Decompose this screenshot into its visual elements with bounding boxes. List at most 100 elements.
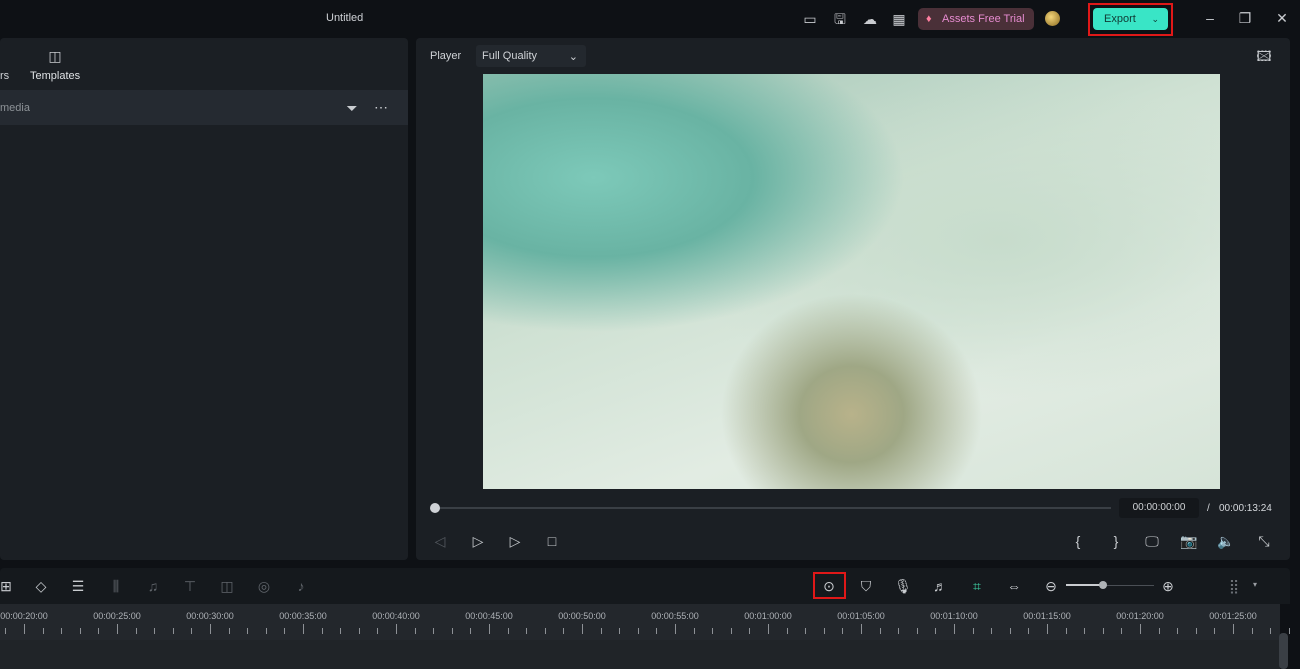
export-button[interactable]: Export ⌄ — [1093, 8, 1168, 30]
music-icon[interactable]: ♫ — [143, 576, 163, 596]
zoom-in-icon[interactable]: ⊕ — [1158, 576, 1178, 596]
adjust-icon[interactable]: ☰ — [68, 576, 88, 596]
stretch-icon[interactable]: ◫ — [217, 576, 237, 596]
cloud-upload-icon[interactable]: ☁ — [860, 9, 880, 29]
window-title: Untitled — [326, 12, 364, 24]
timeline-tracks[interactable] — [0, 640, 1280, 669]
ruler-tick — [730, 628, 732, 634]
chevron-down-icon[interactable]: ⌄ — [1151, 8, 1159, 30]
keyframe-icon[interactable]: ◇ — [31, 576, 51, 596]
ruler-tick — [321, 628, 323, 634]
total-time: 00:00:13:24 — [1219, 503, 1272, 514]
tab-templates[interactable]: Templates — [30, 70, 80, 82]
image-icon[interactable]: 🖾 — [1254, 46, 1274, 66]
ruler-tick — [637, 628, 639, 634]
avatar[interactable] — [1045, 11, 1060, 26]
prev-frame-icon[interactable]: ◁ — [430, 531, 450, 551]
ruler-tick — [303, 624, 304, 634]
layout-icon[interactable]: ▭ — [800, 9, 820, 29]
ruler-tick — [358, 628, 360, 634]
ruler-label: 00:01:25:00 — [1209, 611, 1257, 621]
next-frame-icon[interactable]: ▷ — [468, 531, 488, 551]
progress-track[interactable] — [435, 507, 1111, 509]
save-icon[interactable]: 🖫 — [830, 9, 850, 29]
snapshot-icon[interactable]: 📷 — [1179, 531, 1199, 551]
timeline-ruler[interactable]: 00:00:20:00 00:00:25:00 00:00:30:00 00:00:3… — [0, 604, 1290, 640]
ruler-tick — [470, 628, 472, 634]
microphone-icon[interactable]: 🎙 — [893, 576, 913, 596]
ruler-tick — [1195, 628, 1197, 634]
volume-icon[interactable]: 🔈 — [1216, 531, 1236, 551]
fit-icon[interactable]: ⇔ — [1004, 576, 1024, 596]
filter-icon[interactable]: ⏷ — [342, 98, 362, 118]
tab-partial[interactable]: rs — [0, 70, 9, 82]
display-icon[interactable]: 🖵 — [1142, 531, 1162, 551]
ruler-label: 00:01:00:00 — [744, 611, 792, 621]
progress-handle[interactable] — [430, 503, 440, 513]
quality-select[interactable]: Full Quality ⌄ — [476, 45, 586, 67]
mark-in-icon[interactable]: { — [1068, 531, 1088, 551]
export-label: Export — [1104, 13, 1136, 25]
ruler-tick — [414, 628, 416, 634]
ruler-tick — [210, 624, 211, 634]
ruler-tick — [340, 628, 342, 634]
ruler-tick — [842, 628, 844, 634]
ruler-tick — [1140, 624, 1141, 634]
chevron-down-icon[interactable]: ▾ — [1253, 580, 1257, 589]
apps-icon[interactable]: ▦ — [889, 9, 909, 29]
templates-icon: ◫ — [48, 48, 62, 64]
ruler-tick — [1214, 628, 1216, 634]
crop-icon[interactable]: ⊞ — [0, 576, 16, 596]
timeline-scrollbar[interactable] — [1279, 633, 1288, 669]
ruler-tick — [135, 628, 137, 634]
audio-stretch-icon[interactable]: ♪ — [291, 576, 311, 596]
ruler-tick — [1158, 628, 1160, 634]
zoom-slider-fill — [1066, 584, 1103, 586]
ruler-tick — [544, 628, 546, 634]
ruler-tick — [154, 628, 156, 634]
close-icon[interactable]: ✕ — [1272, 8, 1292, 28]
audio-wave-icon[interactable]: ⫼ — [106, 576, 126, 596]
assets-label: Assets Free Trial — [942, 13, 1025, 25]
ruler-tick — [1121, 628, 1123, 634]
ruler-tick — [675, 624, 676, 634]
zoom-slider-handle[interactable] — [1099, 581, 1107, 589]
ai-icon[interactable]: ⌗ — [967, 576, 987, 596]
text-to-speech-icon[interactable]: ⊤ — [180, 576, 200, 596]
mark-out-icon[interactable]: } — [1106, 531, 1126, 551]
music-list-icon[interactable]: ♬ — [930, 576, 950, 596]
ruler-tick — [916, 628, 918, 634]
ruler-tick — [489, 624, 490, 634]
ruler-tick — [24, 624, 25, 634]
ruler-tick — [600, 628, 602, 634]
ruler-label: 00:01:15:00 — [1023, 611, 1071, 621]
more-icon[interactable]: ⋯ — [371, 97, 391, 117]
ruler-tick — [191, 628, 193, 634]
assets-free-trial-button[interactable]: ♦ Assets Free Trial — [918, 8, 1034, 30]
grid-icon[interactable]: ⣿ — [1224, 576, 1244, 596]
marker-icon[interactable]: ⛉ — [856, 576, 876, 596]
ruler-tick — [656, 628, 658, 634]
stop-icon[interactable]: □ — [542, 531, 562, 551]
ruler-tick — [1009, 628, 1011, 634]
ruler-tick — [117, 624, 118, 634]
ruler-tick — [247, 628, 249, 634]
ruler-tick — [451, 628, 453, 634]
ruler-tick — [563, 628, 565, 634]
video-preview — [483, 74, 1220, 489]
restore-icon[interactable]: ❐ — [1235, 8, 1255, 28]
zoom-out-icon[interactable]: ⊖ — [1041, 576, 1061, 596]
ruler-tick — [768, 624, 769, 634]
ruler-tick — [79, 628, 81, 634]
ruler-tick — [526, 628, 528, 634]
ruler-tick — [284, 628, 286, 634]
ruler-label: 00:00:55:00 — [651, 611, 699, 621]
ruler-tick — [61, 628, 63, 634]
ruler-tick — [786, 628, 788, 634]
render-preview-icon[interactable]: ⊙ — [819, 576, 839, 596]
ruler-tick — [1233, 624, 1234, 634]
fullscreen-icon[interactable]: ⤡ — [1254, 531, 1274, 551]
minimize-icon[interactable]: – — [1200, 8, 1220, 28]
voice-icon[interactable]: ◎ — [254, 576, 274, 596]
play-icon[interactable]: ▷ — [505, 531, 525, 551]
